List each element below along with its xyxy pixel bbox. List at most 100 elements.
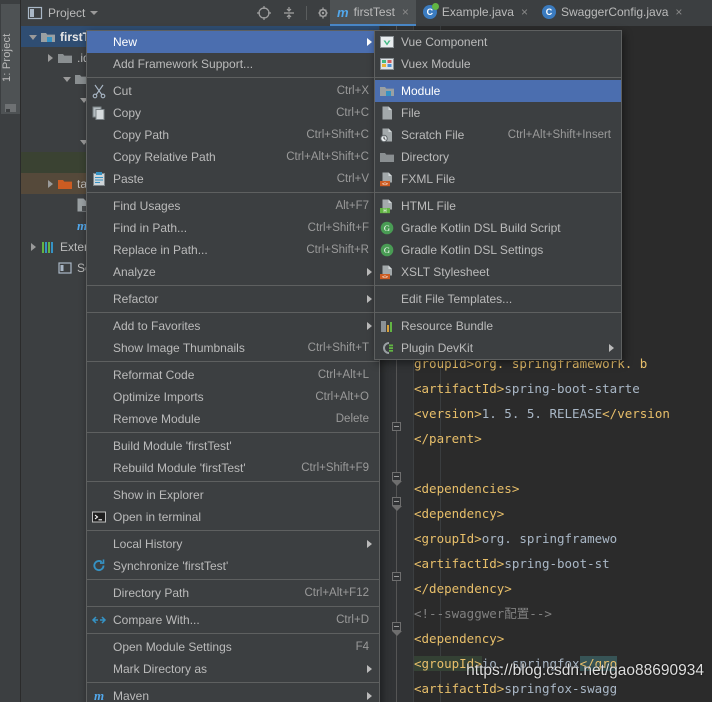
close-icon[interactable]: × — [675, 5, 682, 19]
menu-item[interactable]: Vue Component — [375, 31, 621, 53]
context-menu[interactable]: New Add Framework Support... Cut Ctrl+X Copy… — [86, 30, 380, 702]
menu-item[interactable]: Analyze — [87, 261, 379, 283]
tree-twisty-down-icon[interactable] — [27, 30, 40, 43]
menu-item[interactable]: Mark Directory as — [87, 658, 379, 680]
menu-item-label: Replace in Path... — [113, 243, 208, 257]
terminal-icon — [91, 509, 107, 525]
tree-twisty-right-icon[interactable] — [44, 51, 57, 64]
menu-item[interactable]: <> XSLT Stylesheet — [375, 261, 621, 283]
fold-marker[interactable] — [392, 572, 401, 581]
submenu-arrow-icon — [367, 665, 372, 673]
menu-item[interactable]: Scratch File Ctrl+Alt+Shift+Insert — [375, 124, 621, 146]
menu-item[interactable]: Remove Module Delete — [87, 408, 379, 430]
menu-item[interactable]: Copy Path Ctrl+Shift+C — [87, 124, 379, 146]
menu-item[interactable]: Add Framework Support... — [87, 53, 379, 75]
fold-marker[interactable] — [392, 497, 402, 511]
menu-item[interactable]: Edit File Templates... — [375, 288, 621, 310]
menu-item[interactable]: Show Image Thumbnails Ctrl+Shift+T — [87, 337, 379, 359]
locate-icon[interactable] — [256, 5, 272, 21]
menu-item[interactable]: Cut Ctrl+X — [87, 80, 379, 102]
resource-bundle-icon — [379, 318, 395, 334]
menu-item-label: FXML File — [401, 172, 456, 186]
menu-item[interactable]: Vuex Module — [375, 53, 621, 75]
menu-item-label: Maven — [113, 689, 150, 702]
menu-item-label: Optimize Imports — [113, 390, 204, 404]
code-token: <!--swaggwer配置--> — [414, 606, 552, 621]
folder-icon — [57, 50, 73, 66]
new-submenu[interactable]: Vue Component Vuex Module Module File Scratc… — [374, 30, 622, 360]
menu-item[interactable]: Compare With... Ctrl+D — [87, 609, 379, 631]
code-line: <version>1. 5. 5. RELEASE</version — [414, 401, 670, 426]
editor-tab[interactable]: C SwaggerConfig.java × — [535, 0, 689, 26]
collapse-all-icon[interactable] — [281, 5, 297, 21]
menu-item-label: Compare With... — [113, 613, 200, 627]
tree-twisty-none — [61, 219, 74, 232]
menu-item[interactable]: Add to Favorites — [87, 315, 379, 337]
menu-item[interactable]: Resource Bundle — [375, 315, 621, 337]
menu-item[interactable]: Open in terminal — [87, 506, 379, 528]
menu-item[interactable]: File — [375, 102, 621, 124]
menu-item[interactable]: G Gradle Kotlin DSL Settings — [375, 239, 621, 261]
menu-item[interactable]: New — [87, 31, 379, 53]
code-token: </parent> — [414, 431, 482, 446]
menu-separator — [87, 579, 379, 580]
menu-item[interactable]: Refactor — [87, 288, 379, 310]
menu-item-label: Plugin DevKit — [401, 341, 474, 355]
menu-item[interactable]: H HTML File — [375, 195, 621, 217]
menu-item[interactable]: Module — [375, 80, 621, 102]
compare-icon — [91, 612, 107, 628]
menu-item-label: Copy — [113, 106, 142, 120]
menu-item[interactable]: m Maven — [87, 685, 379, 702]
menu-item-shortcut: Ctrl+Alt+Shift+Insert — [507, 129, 611, 141]
menu-item[interactable]: Find Usages Alt+F7 — [87, 195, 379, 217]
menu-item[interactable]: Show in Explorer — [87, 484, 379, 506]
fxml-file-icon: <> — [379, 171, 395, 187]
menu-item[interactable]: Plugin DevKit — [375, 337, 621, 359]
menu-item[interactable]: Local History — [87, 533, 379, 555]
menu-item-label: XSLT Stylesheet — [401, 265, 490, 279]
menu-item-label: Edit File Templates... — [401, 292, 513, 306]
menu-item[interactable]: Find in Path... Ctrl+Shift+F — [87, 217, 379, 239]
menu-item[interactable]: Open Module Settings F4 — [87, 636, 379, 658]
fold-marker[interactable] — [392, 472, 402, 486]
fold-marker[interactable] — [392, 422, 401, 431]
menu-item[interactable]: <> FXML File — [375, 168, 621, 190]
menu-item-label: Rebuild Module 'firstTest' — [113, 461, 246, 475]
gradle-icon: G — [379, 242, 395, 258]
menu-item[interactable]: Rebuild Module 'firstTest' Ctrl+Shift+F9 — [87, 457, 379, 479]
menu-item-shortcut: Ctrl+C — [336, 107, 369, 119]
menu-item[interactable]: Copy Ctrl+C — [87, 102, 379, 124]
menu-item[interactable]: Build Module 'firstTest' — [87, 435, 379, 457]
tree-twisty-down-icon[interactable] — [61, 72, 74, 85]
editor-tab[interactable]: m firstTest × — [330, 0, 416, 26]
menu-item[interactable]: G Gradle Kotlin DSL Build Script — [375, 217, 621, 239]
menu-separator — [87, 77, 379, 78]
menu-item[interactable]: Replace in Path... Ctrl+Shift+R — [87, 239, 379, 261]
menu-item[interactable]: Synchronize 'firstTest' — [87, 555, 379, 577]
menu-item[interactable]: Directory Path Ctrl+Alt+F12 — [87, 582, 379, 604]
chevron-down-icon[interactable] — [90, 11, 99, 15]
libraries-icon — [40, 239, 56, 255]
fold-marker[interactable] — [392, 622, 402, 636]
editor-tab[interactable]: C Example.java × — [416, 0, 535, 26]
tree-twisty-right-icon[interactable] — [44, 177, 57, 190]
code-token: spring-boot-starte — [504, 381, 640, 396]
code-token: 1. 5. 5. RELEASE — [481, 406, 603, 421]
tree-twisty-right-icon[interactable] — [27, 240, 40, 253]
menu-item[interactable]: Directory — [375, 146, 621, 168]
menu-item-shortcut: Ctrl+Shift+T — [307, 342, 369, 354]
menu-item[interactable]: Optimize Imports Ctrl+Alt+O — [87, 386, 379, 408]
close-icon[interactable]: × — [521, 5, 528, 19]
svg-text:G: G — [384, 245, 390, 255]
project-tool-window-button[interactable]: 1: Project — [1, 4, 20, 114]
project-title: Project — [48, 6, 86, 20]
close-icon[interactable]: × — [402, 5, 409, 19]
menu-item[interactable]: Copy Relative Path Ctrl+Alt+Shift+C — [87, 146, 379, 168]
module-folder-icon — [379, 83, 395, 99]
menu-item[interactable]: Paste Ctrl+V — [87, 168, 379, 190]
menu-item[interactable]: Reformat Code Ctrl+Alt+L — [87, 364, 379, 386]
